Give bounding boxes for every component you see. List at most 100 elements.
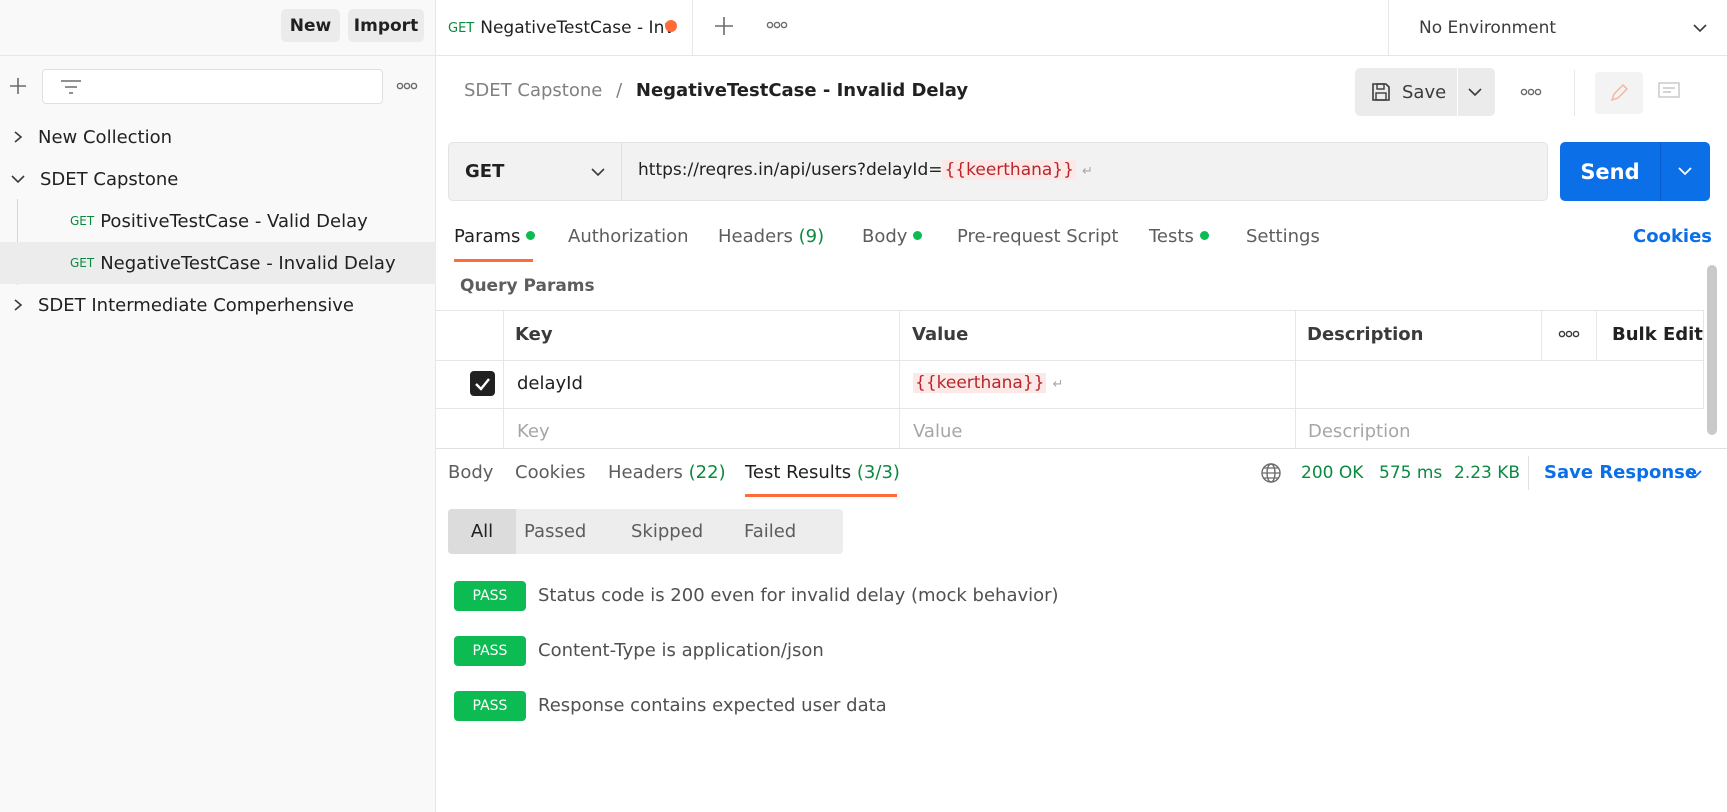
params-scrollbar[interactable]	[1707, 265, 1717, 435]
test-result-text: Status code is 200 even for invalid dela…	[538, 585, 1059, 606]
chevron-down-icon[interactable]	[1687, 468, 1703, 480]
tab-headers[interactable]: Headers (9)	[718, 226, 824, 262]
save-response-button[interactable]: Save Response	[1544, 462, 1697, 483]
new-param-key-input[interactable]: Key	[517, 421, 550, 442]
param-value-variable: {{keerthana}}	[913, 373, 1047, 393]
table-border	[436, 360, 1704, 361]
sidebar-item-new-collection[interactable]: New Collection	[0, 116, 436, 158]
tab-label: Headers	[608, 462, 683, 483]
send-dropdown-chevron-icon[interactable]	[1677, 165, 1693, 177]
save-button-group: Save	[1355, 68, 1495, 116]
param-value-input[interactable]: {{keerthana}} ↵	[913, 373, 1063, 393]
send-button-group: Send	[1560, 142, 1710, 201]
param-key-input[interactable]: delayId	[517, 373, 583, 394]
return-icon: ↵	[1081, 164, 1093, 179]
new-param-value-input[interactable]: Value	[913, 421, 962, 442]
table-border	[436, 310, 1704, 311]
breadcrumb-separator: /	[616, 80, 623, 101]
sidebar-item-sdet-capstone[interactable]: SDET Capstone	[0, 158, 436, 200]
indicator-dot-icon	[913, 230, 923, 240]
plus-icon[interactable]	[8, 76, 28, 96]
table-border	[1596, 310, 1597, 360]
url-text: https://reqres.in/api/users?delayId=	[638, 160, 943, 180]
response-time[interactable]: 575 ms	[1379, 463, 1442, 483]
response-tab-headers[interactable]: Headers (22)	[608, 462, 726, 498]
bulk-edit-button[interactable]: Bulk Edit	[1612, 324, 1703, 345]
send-button[interactable]: Send	[1560, 142, 1660, 201]
pass-badge: PASS	[454, 691, 526, 721]
filter-icon	[59, 78, 83, 96]
test-result-text: Response contains expected user data	[538, 695, 887, 716]
response-size[interactable]: 2.23 KB	[1454, 463, 1520, 483]
sidebar-item-label: PositiveTestCase - Valid Delay	[100, 210, 368, 232]
active-tab-underline	[454, 259, 533, 262]
method-badge: GET	[70, 214, 95, 228]
indicator-dot-icon	[1199, 230, 1209, 240]
response-tab-body[interactable]: Body	[448, 462, 493, 498]
method-select[interactable]: GET	[449, 143, 622, 200]
response-tab-test-results[interactable]: Test Results (3/3)	[745, 462, 900, 498]
tab-label: Test Results	[745, 462, 852, 483]
tab-count: (3/3)	[856, 462, 900, 483]
new-tab-plus-icon[interactable]	[713, 15, 735, 37]
tab-prerequest-script[interactable]: Pre-request Script	[957, 226, 1118, 262]
comments-icon[interactable]	[1657, 81, 1681, 101]
new-param-description-input[interactable]: Description	[1308, 421, 1411, 442]
filter-passed[interactable]: Passed	[524, 521, 586, 542]
globe-icon[interactable]	[1260, 462, 1282, 484]
tab-tests[interactable]: Tests	[1149, 226, 1209, 262]
param-enabled-checkbox[interactable]	[470, 371, 495, 396]
status-code[interactable]: 200 OK	[1301, 463, 1363, 483]
tab-authorization[interactable]: Authorization	[568, 226, 689, 262]
cookies-link[interactable]: Cookies	[1633, 226, 1712, 262]
save-dropdown-chevron-icon[interactable]	[1467, 86, 1483, 98]
filter-skipped[interactable]: Skipped	[631, 521, 703, 542]
response-divider[interactable]	[436, 448, 1727, 449]
response-tab-cookies[interactable]: Cookies	[515, 462, 585, 498]
tab-params[interactable]: Params	[454, 226, 536, 262]
import-button[interactable]: Import	[348, 9, 424, 42]
tab-body[interactable]: Body	[862, 226, 923, 262]
tab-method: GET	[448, 20, 475, 36]
table-border	[1541, 310, 1542, 360]
tab-bar: GET NegativeTestCase - Inv No Environmen…	[436, 0, 1727, 56]
save-divider	[1457, 68, 1458, 116]
unsaved-dot-icon	[665, 20, 677, 32]
tab-label: Headers	[718, 226, 793, 247]
sidebar-request-negative[interactable]: GET NegativeTestCase - Invalid Delay	[0, 242, 436, 284]
filter-all[interactable]: All	[448, 509, 516, 554]
url-input[interactable]: https://reqres.in/api/users?delayId= {{ke…	[638, 160, 1093, 180]
breadcrumb-parent[interactable]: SDET Capstone	[464, 80, 602, 101]
test-results-filter: All Passed Skipped Failed	[448, 509, 843, 554]
tab-settings[interactable]: Settings	[1246, 226, 1320, 262]
url-variable: {{keerthana}}	[942, 160, 1076, 180]
save-button[interactable]: Save	[1355, 68, 1457, 116]
new-button[interactable]: New	[281, 9, 340, 42]
tab-count: (22)	[688, 462, 726, 483]
table-border	[436, 408, 1704, 409]
param-description-input[interactable]	[1307, 373, 1537, 395]
request-more-icon[interactable]	[1520, 86, 1542, 98]
tab-label: Params	[454, 226, 521, 247]
search-input[interactable]	[42, 69, 383, 104]
tabs-more-icon[interactable]	[766, 19, 788, 31]
indicator-dot-icon	[526, 230, 536, 240]
edit-pencil-icon[interactable]	[1595, 72, 1643, 114]
more-icon[interactable]	[396, 80, 418, 92]
method-label: GET	[465, 161, 505, 182]
sidebar-item-sdet-intermediate[interactable]: SDET Intermediate Comperhensive	[0, 284, 436, 326]
query-params-title: Query Params	[460, 276, 595, 296]
sidebar-request-positive[interactable]: GET PositiveTestCase - Valid Delay	[0, 200, 436, 242]
response-meta-divider	[1528, 456, 1529, 490]
filter-failed[interactable]: Failed	[744, 521, 796, 542]
chevron-right-icon	[12, 130, 24, 144]
chevron-down-icon	[1692, 22, 1708, 34]
save-label: Save	[1402, 81, 1447, 103]
active-tab-underline	[745, 494, 897, 497]
column-header-key: Key	[515, 324, 553, 345]
column-options-icon[interactable]	[1558, 328, 1580, 340]
request-title[interactable]: NegativeTestCase - Invalid Delay	[636, 80, 968, 101]
environment-select[interactable]: No Environment	[1388, 0, 1727, 56]
table-border	[899, 310, 900, 448]
tab-request[interactable]: GET NegativeTestCase - Inv	[436, 0, 693, 56]
